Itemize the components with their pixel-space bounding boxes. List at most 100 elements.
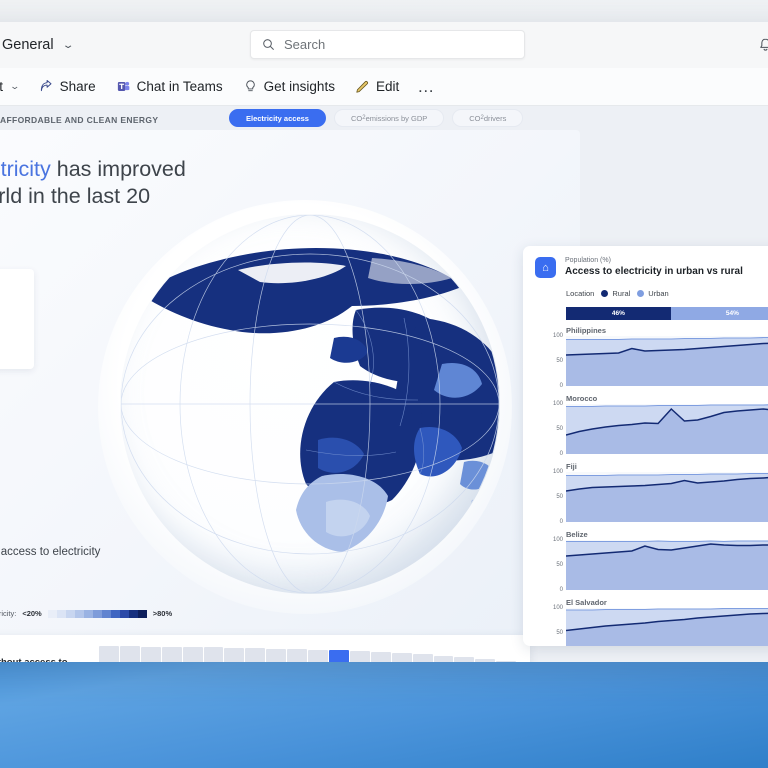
map-legend-swatch	[119, 609, 129, 618]
timeline-bar[interactable]	[412, 654, 433, 662]
continent-filter: Africa Asia Europe North America	[0, 269, 34, 369]
legend-swatch-urban	[637, 290, 645, 297]
filter-item-oceania[interactable]: Oceania	[0, 333, 24, 347]
small-multiple-country-label: Fiji	[566, 462, 577, 471]
screen: General ⌄ Search t ⌄ Share Chat in Teams…	[0, 0, 768, 768]
tab-co2-drivers-rest: drivers	[483, 113, 507, 123]
more-options-button[interactable]: …	[411, 77, 441, 97]
country-small-multiples: Philippines 100 50 0 Morocco 100 50 0 Fiji 100 50 0…	[535, 326, 768, 646]
small-multiple-fiji: Fiji 100 50 0	[535, 462, 768, 525]
filter-item-south-america[interactable]: South America	[0, 347, 24, 361]
timeline-bar[interactable]	[287, 649, 308, 662]
timeline-bar[interactable]	[496, 660, 517, 662]
timeline-bar[interactable]	[224, 647, 245, 662]
page-title-highlight: Access to electricity	[0, 157, 51, 181]
small-multiple-y-axis: 100500	[535, 605, 563, 646]
edit-button[interactable]: Edit	[347, 74, 407, 99]
timeline-bar[interactable]	[308, 649, 328, 662]
filter-item-europe[interactable]: Europe	[0, 305, 24, 319]
page-title: Access to electricity has improved aroun…	[0, 156, 192, 237]
small-multiple-belize: Belize 100 50 0	[535, 530, 768, 593]
lightbulb-icon	[245, 80, 255, 92]
timeline-bar[interactable]	[328, 650, 349, 662]
timeline-bar[interactable]	[391, 653, 412, 662]
legend-item-urban[interactable]: Urban	[637, 289, 669, 298]
export-button[interactable]: Export ⌄	[0, 74, 27, 99]
small-multiple-country-label: Philippines	[566, 326, 607, 335]
map-legend-caption: % of population with access to electrici…	[0, 609, 17, 618]
small-multiple-plot[interactable]	[566, 540, 768, 590]
workspace-selector[interactable]: General ⌄	[2, 37, 74, 53]
export-label: Export	[0, 79, 4, 94]
get-insights-button[interactable]: Get insights	[235, 74, 343, 99]
chat-in-teams-button[interactable]: Chat in Teams	[108, 74, 231, 99]
tab-electricity-access[interactable]: Electricity access	[229, 109, 326, 127]
filter-item-africa[interactable]: Africa	[0, 277, 24, 291]
map-color-legend: % of population with access to electrici…	[0, 609, 172, 618]
y-tick-label: 0	[559, 587, 563, 593]
timeline-bar[interactable]	[266, 648, 287, 662]
get-insights-label: Get insights	[263, 79, 335, 94]
timeline-bar[interactable]	[119, 646, 140, 662]
tab-co2-drivers[interactable]: CO 2 drivers	[452, 109, 524, 127]
location-legend-label: Location	[566, 289, 595, 298]
small-multiple-country-label: El Salvador	[566, 598, 607, 607]
filter-item-asia[interactable]: Asia	[0, 291, 24, 305]
y-tick-label: 0	[559, 383, 563, 389]
timeline-bar[interactable]	[99, 646, 119, 662]
timeline-bar[interactable]	[161, 646, 182, 662]
tab-co2-drivers-prefix: CO	[469, 113, 481, 123]
map-legend-swatch	[47, 609, 57, 618]
search-icon	[263, 39, 274, 50]
small-multiple-plot[interactable]	[566, 472, 768, 522]
year-timeline-slicer[interactable]: ⚡ Population People without access to el…	[0, 635, 530, 662]
map-legend-swatch	[110, 609, 120, 618]
map-legend-swatch	[101, 609, 111, 618]
map-legend-low: <20%	[22, 609, 42, 618]
small-multiple-country-label: Morocco	[566, 394, 598, 403]
sdg-goal-label: AFFORDABLE AND CLEAN ENERGY	[0, 115, 159, 125]
location-legend: Location Rural Urban	[566, 289, 768, 298]
small-multiple-plot[interactable]	[566, 336, 768, 386]
timeline-bar[interactable]	[349, 651, 370, 662]
command-bar: Export ⌄ Share Chat in Teams	[0, 68, 768, 106]
y-tick-label: 100	[552, 469, 563, 475]
timeline-bars[interactable]	[99, 646, 517, 662]
timeline-title: People without access to electricity	[0, 657, 99, 662]
y-tick-label: 0	[559, 451, 563, 457]
urban-rural-kicker: Population (%)	[565, 257, 611, 264]
small-multiple-morocco: Morocco 100 50 0	[535, 394, 768, 457]
share-label: Share	[59, 79, 96, 94]
teams-icon	[117, 81, 129, 91]
notifications-icon[interactable]	[757, 37, 768, 54]
urban-rural-split-bar[interactable]: 46% 54%	[566, 307, 768, 320]
timeline-bar[interactable]	[370, 652, 391, 662]
y-tick-label: 50	[556, 562, 563, 568]
kpi-subtext: worldwide in 2011	[0, 557, 200, 569]
chevron-down-icon: ⌄	[9, 81, 21, 91]
search-input[interactable]: Search	[250, 30, 525, 59]
timeline-bar[interactable]	[245, 648, 266, 662]
share-button[interactable]: Share	[31, 74, 104, 99]
timeline-bar[interactable]	[140, 646, 161, 662]
small-multiple-plot[interactable]	[566, 404, 768, 454]
timeline-bar[interactable]	[475, 659, 496, 662]
map-legend-swatches	[47, 609, 147, 618]
map-legend-swatch	[74, 609, 84, 618]
small-multiple-plot[interactable]	[566, 608, 768, 646]
map-legend-swatch	[56, 609, 66, 618]
timeline-kicker: Population	[0, 646, 99, 655]
y-tick-label: 50	[556, 494, 563, 500]
legend-item-rural[interactable]: Rural	[601, 289, 630, 298]
timeline-chart[interactable]: 2000200120022003200420052006200720082009…	[99, 646, 517, 662]
y-tick-label: 50	[556, 358, 563, 364]
search-placeholder: Search	[284, 37, 326, 52]
filter-item-north-america[interactable]: North America	[0, 319, 24, 333]
tab-co2-emissions-by-gdp[interactable]: CO 2 emissions by GDP	[333, 109, 445, 127]
kpi-access-percentage: 78 % have access to electricity	[0, 516, 200, 562]
timeline-bar[interactable]	[203, 647, 224, 662]
report-tab-strip: Electricity access CO 2 emissions by GDP …	[229, 109, 524, 127]
timeline-bar[interactable]	[454, 657, 475, 662]
timeline-bar[interactable]	[433, 655, 454, 662]
timeline-bar[interactable]	[182, 647, 203, 662]
